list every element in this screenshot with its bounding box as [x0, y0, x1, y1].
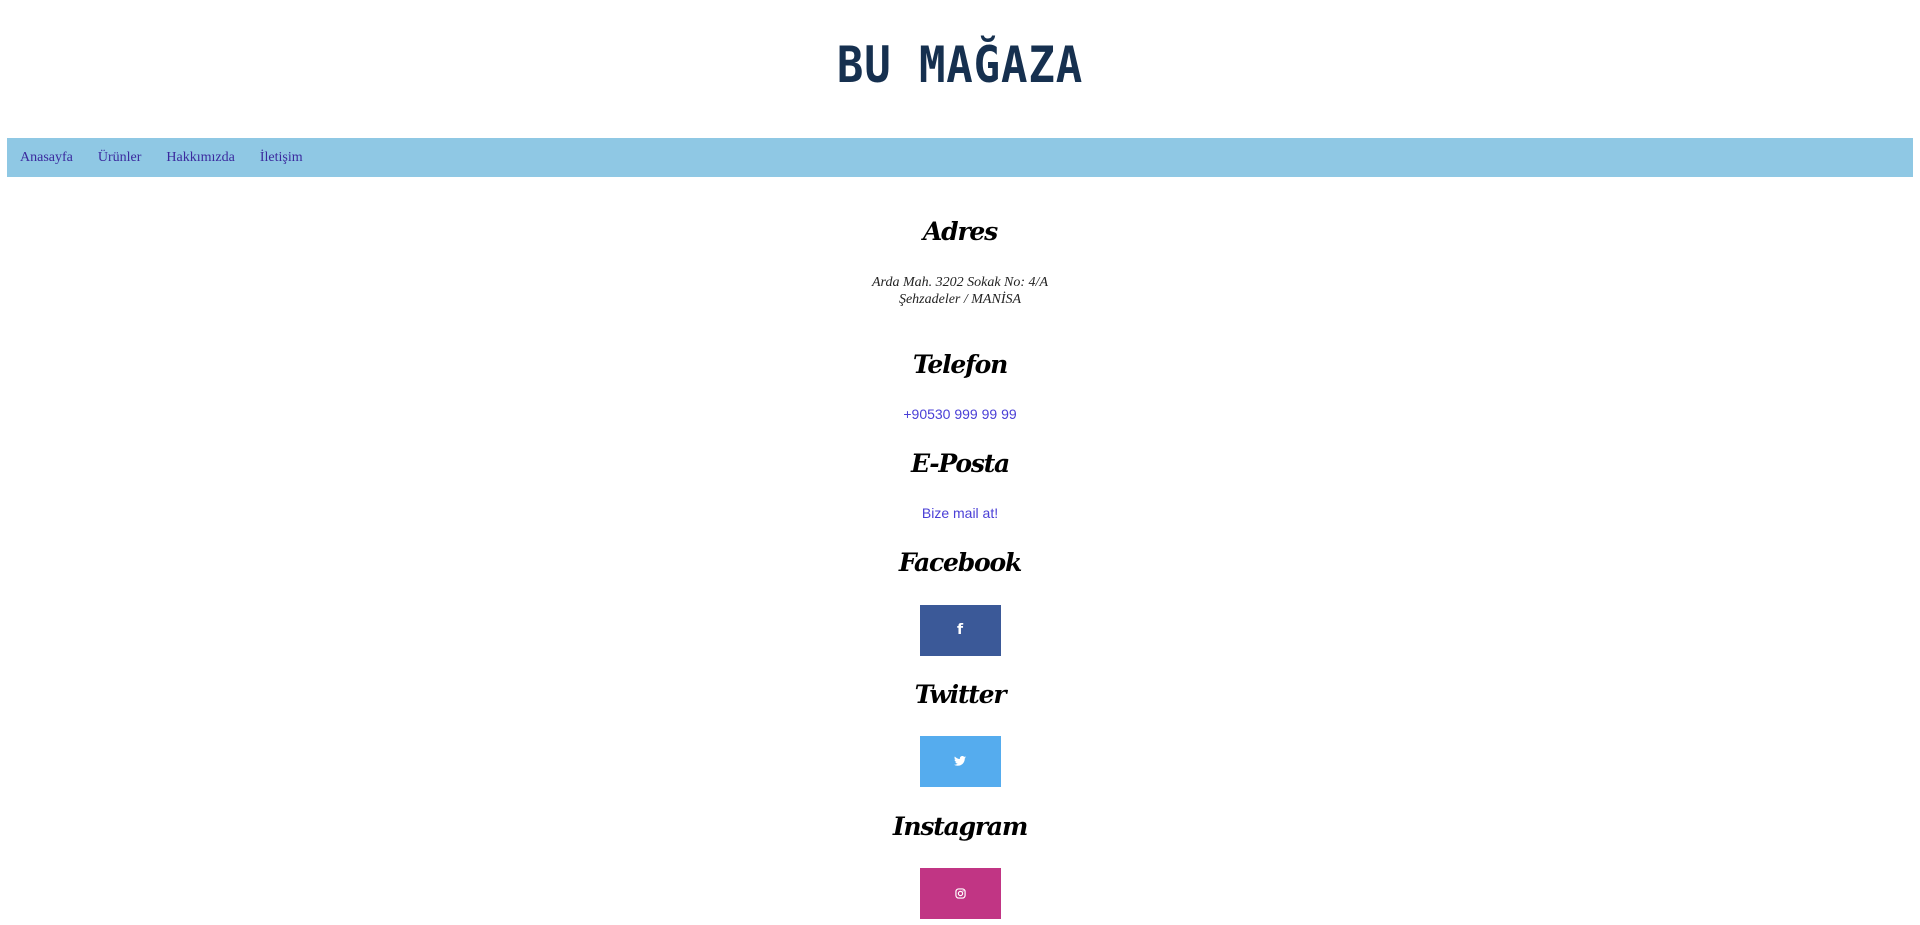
address-section: Adres	[0, 217, 1920, 247]
phone-link[interactable]: +90530 999 99 99	[903, 406, 1016, 422]
address-line-2: Şehzadeler / MANİSA	[898, 292, 1022, 307]
instagram-icon	[954, 887, 966, 899]
twitter-body	[0, 736, 1920, 787]
facebook-icon: f	[956, 622, 964, 638]
facebook-button[interactable]: f	[919, 605, 1001, 656]
nav-link-hakkimizda[interactable]: Hakkımızda	[166, 150, 234, 166]
page: BU MAĞAZA Anasayfa Ürünler Hakkımızda İl…	[0, 0, 1920, 925]
twitter-button[interactable]	[919, 736, 1001, 787]
site-header: BU MAĞAZA	[0, 0, 1920, 138]
twitter-section: Twitter	[0, 680, 1920, 710]
address-line-1: Arda Mah. 3202 Sokak No: 4/A	[871, 275, 1048, 290]
phone-title: Telefon	[912, 350, 1008, 379]
instagram-section: Instagram	[0, 812, 1920, 842]
facebook-title: Facebook	[898, 548, 1022, 577]
twitter-icon	[954, 756, 966, 766]
email-section: E-Posta	[0, 449, 1920, 479]
facebook-section: Facebook	[0, 548, 1920, 578]
email-body: Bize mail at!	[0, 505, 1920, 523]
email-link[interactable]: Bize mail at!	[922, 505, 998, 521]
facebook-body: f	[0, 605, 1920, 656]
email-title: E-Posta	[910, 449, 1010, 478]
twitter-title: Twitter	[914, 680, 1007, 709]
instagram-body	[0, 868, 1920, 919]
nav-link-urunler[interactable]: Ürünler	[98, 150, 142, 166]
instagram-button[interactable]	[919, 868, 1001, 919]
address-title: Adres	[922, 217, 998, 246]
address-body: Arda Mah. 3202 Sokak No: 4/A Şehzadeler …	[0, 274, 1920, 308]
nav-link-anasayfa[interactable]: Anasayfa	[20, 150, 73, 166]
nav-link-iletisim[interactable]: İletişim	[260, 150, 303, 166]
phone-section: Telefon	[0, 350, 1920, 380]
phone-body: +90530 999 99 99	[0, 406, 1920, 424]
main-navbar: Anasayfa Ürünler Hakkımızda İletişim	[7, 138, 1913, 177]
instagram-title: Instagram	[892, 812, 1028, 841]
site-logo[interactable]: BU MAĞAZA	[115, 36, 1805, 94]
